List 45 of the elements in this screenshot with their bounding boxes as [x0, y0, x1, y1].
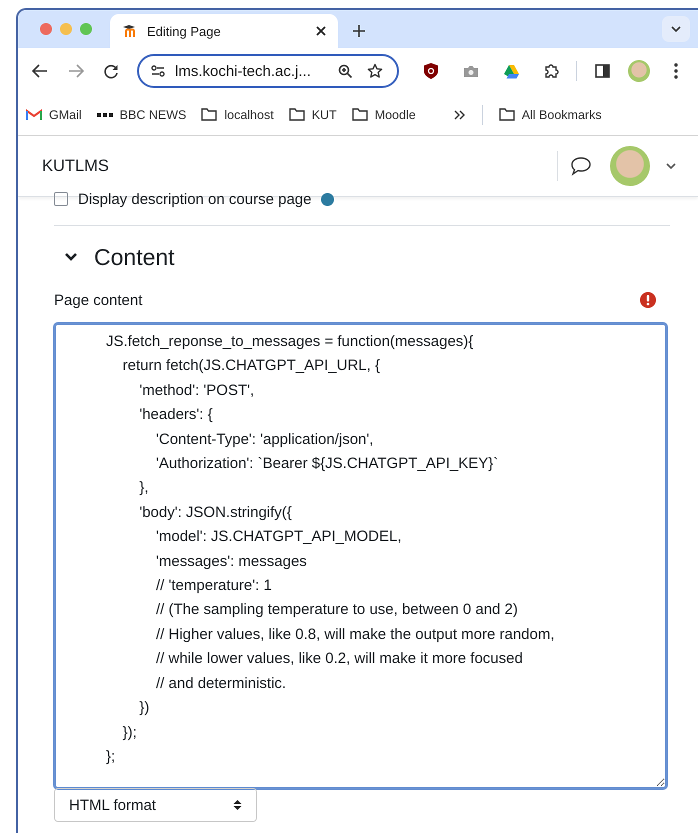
- gmail-logo-icon: [26, 108, 42, 120]
- triangle-logo-icon[interactable]: [503, 64, 520, 78]
- close-icon[interactable]: [316, 26, 326, 36]
- address-bar[interactable]: lms.kochi-tech.ac.j...: [137, 54, 399, 88]
- shield-icon[interactable]: [423, 62, 439, 80]
- folder-icon: [288, 108, 305, 121]
- format-select[interactable]: HTML format: [54, 788, 257, 822]
- browser-tab[interactable]: Editing Page: [110, 14, 338, 48]
- all-bookmarks-link[interactable]: All Bookmarks: [498, 108, 602, 122]
- caret-icon: [670, 25, 682, 33]
- forward-arrow-icon[interactable]: [68, 64, 84, 78]
- more-bookmarks-icon[interactable]: [454, 110, 466, 120]
- puzzle-icon[interactable]: [544, 63, 560, 79]
- chevron-icon[interactable]: [64, 252, 78, 262]
- bookmark-link[interactable]: KUT: [288, 108, 337, 122]
- chat-bubble-icon[interactable]: [570, 156, 592, 176]
- url-text: lms.kochi-tech.ac.j...: [175, 62, 312, 80]
- section-title: Content: [94, 244, 175, 270]
- folder-icon: [352, 108, 368, 121]
- dots-icon: [96, 112, 113, 116]
- more-menu-icon[interactable]: [674, 63, 678, 79]
- updown-caret-icon: [233, 799, 242, 811]
- field-label: Page content: [54, 292, 142, 308]
- caret-icon[interactable]: [666, 162, 676, 170]
- site-name[interactable]: KUTLMS: [42, 156, 557, 176]
- code-editor-field[interactable]: JS.fetch_reponse_to_messages = function(messages){ return fetch(JS.CHATGPT_API_URL, { 'method': 'POST', 'headers': { 'Content-Type': 'application/json', 'Authorization': `Bearer ${JS.CHATGPT_API_KEY}` }, 'body': JSON.stringify({ 'model': JS.CHATGPT_API_MODEL, 'messages': messages // 'temperature': 1 // (The sampling temperature to use, between 0 and 2) // Higher values, like 0.8, will make the output more random, // while lower values, like 0.2, will make it more focused // and deterministic. }) }); };: [53, 322, 668, 790]
- tab-title: Editing Page: [147, 24, 222, 38]
- side-panel-icon[interactable]: [595, 64, 610, 78]
- camera-icon[interactable]: [463, 64, 479, 78]
- zoom-icon[interactable]: [338, 64, 353, 78]
- section-header[interactable]: Content: [54, 226, 670, 288]
- folder-icon: [498, 108, 515, 121]
- tab-list-button[interactable]: [662, 16, 690, 42]
- new-tab-icon[interactable]: [352, 24, 366, 38]
- site-settings-icon[interactable]: [151, 65, 165, 77]
- back-arrow-icon[interactable]: [32, 64, 48, 78]
- bookmark-link[interactable]: Moodle: [352, 108, 416, 122]
- folder-icon: [201, 108, 218, 121]
- reload-icon[interactable]: [104, 64, 119, 78]
- star-icon[interactable]: [367, 63, 383, 79]
- bookmark-link[interactable]: localhost: [201, 108, 274, 122]
- bookmark-link[interactable]: GMail: [26, 108, 82, 122]
- checkbox[interactable]: [54, 192, 68, 206]
- checkbox-label: Display description on course page: [78, 190, 312, 208]
- bookmark-link[interactable]: BBC NEWS: [96, 108, 186, 122]
